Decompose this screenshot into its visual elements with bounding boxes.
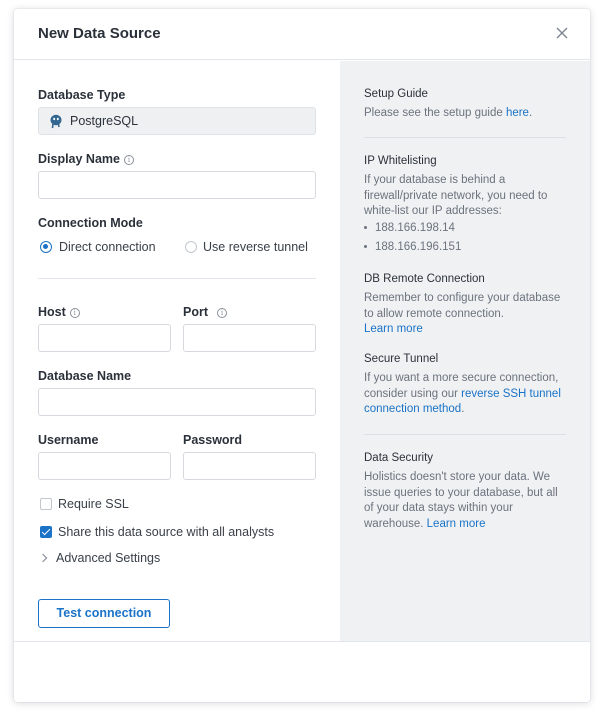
info-icon[interactable]: i <box>217 308 227 318</box>
display-name-label: Display Name i <box>38 152 134 166</box>
secure-tunnel-text: If you want a more secure connection, co… <box>364 371 568 418</box>
advanced-settings-label: Advanced Settings <box>56 551 161 565</box>
username-input[interactable] <box>38 452 171 480</box>
setup-guide-text-end: . <box>528 107 533 119</box>
reverse-tunnel-label[interactable]: Use reverse tunnel <box>203 240 308 254</box>
guide-divider <box>364 434 566 435</box>
form-divider <box>38 278 316 279</box>
port-label-text: Port <box>183 305 208 319</box>
require-ssl-label[interactable]: Require SSL <box>58 497 129 511</box>
database-name-label: Database Name <box>38 369 132 383</box>
host-input[interactable] <box>38 324 171 352</box>
info-icon[interactable]: i <box>69 308 80 318</box>
data-security-title: Data Security <box>364 452 434 464</box>
setup-guide-panel: Setup Guide Please see the setup guide h… <box>340 61 590 641</box>
require-ssl-checkbox[interactable] <box>40 498 52 510</box>
data-security-learn-more-link[interactable]: Learn more <box>427 518 486 530</box>
database-type-field: PostgreSQL <box>38 107 316 135</box>
ip-whitelisting-text: If your database is behind a firewall/pr… <box>364 174 548 217</box>
guide-divider <box>364 137 566 138</box>
db-remote-learn-more-link[interactable]: Learn more <box>364 322 568 338</box>
ip-address-item: 188.166.196.151 <box>364 241 461 253</box>
ip-address: 188.166.196.151 <box>375 241 462 253</box>
display-name-input[interactable] <box>38 171 316 199</box>
connection-mode-label: Connection Mode <box>38 216 143 230</box>
share-label[interactable]: Share this data source with all analysts <box>58 525 274 539</box>
setup-guide-title: Setup Guide <box>364 88 428 100</box>
new-data-source-modal: New Data Source Database Type PostgreSQL… <box>14 9 590 702</box>
secure-tunnel-title: Secure Tunnel <box>364 353 439 365</box>
ip-address-item: 188.166.198.14 <box>364 222 455 234</box>
postgresql-icon <box>50 114 62 129</box>
bullet-icon <box>364 226 367 229</box>
advanced-settings-toggle[interactable]: Advanced Settings <box>38 551 161 565</box>
database-name-input[interactable] <box>38 388 316 416</box>
port-label: Port i <box>183 305 227 319</box>
ip-address: 188.166.198.14 <box>375 222 455 234</box>
setup-guide-text: Please see the setup guide here. <box>364 106 568 122</box>
direct-connection-radio[interactable] <box>40 241 52 253</box>
database-type-label: Database Type <box>38 88 126 102</box>
direct-connection-label[interactable]: Direct connection <box>59 240 156 254</box>
db-remote-text: Remember to configure your database to a… <box>364 292 561 320</box>
setup-guide-text-body: Please see the setup guide <box>364 107 506 119</box>
host-label: Host i <box>38 305 80 319</box>
modal-footer <box>14 641 590 702</box>
username-label: Username <box>38 433 99 447</box>
password-label: Password <box>183 433 243 447</box>
password-input[interactable] <box>183 452 316 480</box>
data-security-text: Holistics doesn't store your data. We is… <box>364 470 568 532</box>
modal-header: New Data Source <box>14 9 590 60</box>
port-input[interactable] <box>183 324 316 352</box>
ip-whitelisting-title: IP Whitelisting <box>364 155 437 167</box>
database-type-value: PostgreSQL <box>70 114 139 128</box>
host-label-text: Host <box>38 305 66 319</box>
db-remote-title: DB Remote Connection <box>364 273 485 285</box>
modal-title: New Data Source <box>38 25 161 42</box>
form-panel: Database Type PostgreSQL Display Name i C… <box>14 61 340 641</box>
reverse-tunnel-radio[interactable] <box>185 241 197 253</box>
info-icon[interactable]: i <box>123 155 134 165</box>
setup-guide-link[interactable]: here <box>506 107 529 119</box>
chevron-right-icon <box>38 553 48 563</box>
close-icon[interactable] <box>554 25 570 41</box>
share-checkbox[interactable] <box>40 526 52 538</box>
modal-body: Database Type PostgreSQL Display Name i C… <box>14 61 590 641</box>
bullet-icon <box>364 245 367 248</box>
secure-tunnel-text-end: . <box>461 403 465 415</box>
test-connection-button[interactable]: Test connection <box>38 599 170 628</box>
display-name-label-text: Display Name <box>38 152 120 166</box>
